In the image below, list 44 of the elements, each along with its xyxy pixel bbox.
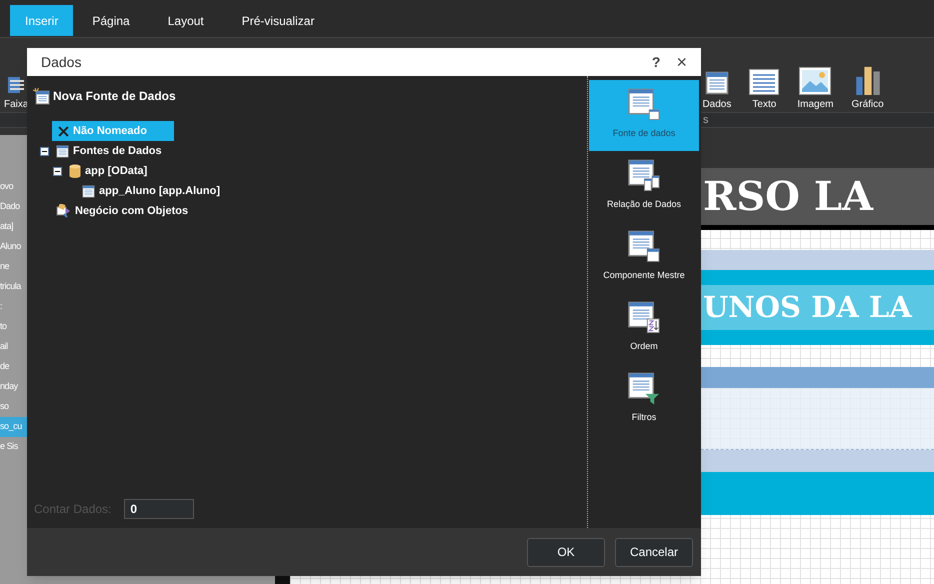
count-field[interactable]: 0 [124, 499, 194, 519]
relation-table-icon [628, 159, 660, 192]
sort-table-icon [628, 301, 660, 334]
dialog-button[interactable]: OK [527, 538, 605, 566]
picture-icon [799, 67, 832, 95]
close-button[interactable]: × [676, 53, 687, 71]
expander[interactable] [53, 166, 62, 176]
table-icon [56, 144, 69, 158]
action-button[interactable]: Relação de Dados [589, 151, 699, 222]
tree-item[interactable]: Negócio com Objetos [52, 201, 188, 221]
tab[interactable]: Página [73, 5, 149, 36]
action-button[interactable]: Componente Mestre [589, 222, 699, 293]
band-icon [6, 77, 26, 95]
toolbar-button[interactable]: Imagem [797, 66, 834, 112]
master-table-icon [628, 230, 660, 263]
dialog-heading: Nova Fonte de Dados [53, 88, 176, 105]
report-title: UNOS DA LA [703, 293, 912, 322]
report-title: RSO LA [703, 176, 874, 216]
action-button[interactable]: Ordem [589, 293, 699, 364]
x-icon [58, 126, 69, 136]
action-button[interactable]: Fonte de dados [589, 80, 699, 151]
source-table-icon [628, 88, 660, 121]
filter-table-icon [628, 372, 660, 405]
text-lines-icon [749, 69, 780, 95]
table-icon [82, 184, 95, 198]
help-button[interactable]: ? [652, 52, 660, 72]
tree-item[interactable]: app_Aluno [app.Aluno] [78, 181, 220, 201]
tab[interactable]: Pré-visualizar [222, 5, 334, 36]
dialog-title: Dados [41, 52, 82, 72]
toolbar-button[interactable]: Dados [702, 66, 732, 112]
objects-icon [56, 204, 71, 218]
tab[interactable]: Layout [148, 5, 223, 36]
toolbar-button[interactable]: Texto [749, 66, 780, 112]
dialog-button[interactable]: Cancelar [615, 538, 693, 566]
action-button[interactable]: Filtros [589, 364, 699, 435]
toolbar-button[interactable]: Gráfico [851, 66, 884, 112]
expander[interactable] [40, 146, 49, 156]
database-icon [69, 164, 81, 178]
table-icon [704, 71, 729, 95]
bar-chart-icon [854, 66, 882, 95]
tree-item[interactable]: Fontes de Dados [52, 141, 162, 161]
section-label: s [703, 114, 708, 126]
new-data-source-icon [33, 88, 50, 104]
tree-item[interactable]: app [OData] [65, 161, 148, 181]
